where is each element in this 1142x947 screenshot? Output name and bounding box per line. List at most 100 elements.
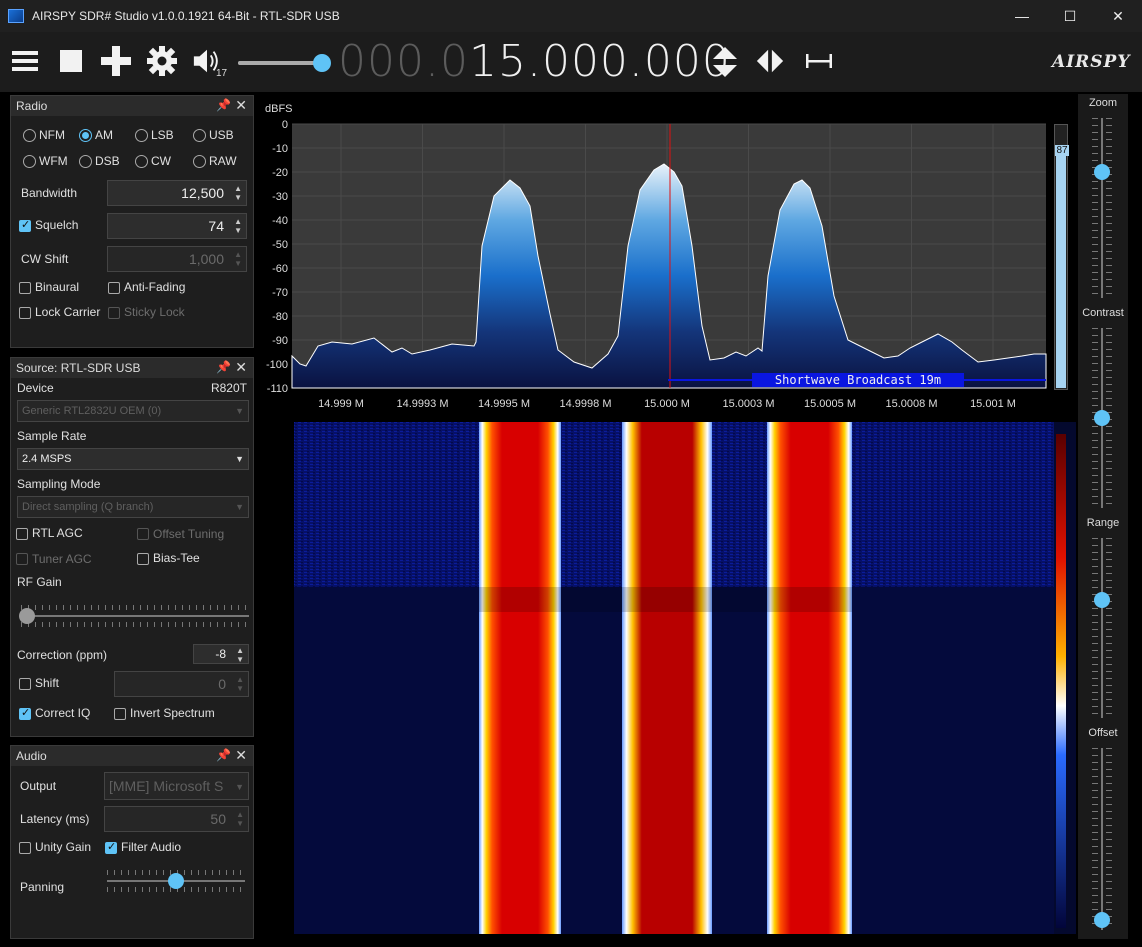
contrast-knob[interactable] (1094, 410, 1110, 426)
slider-ticks (21, 622, 249, 627)
squelch-input[interactable]: 74 ▲ ▼ (107, 213, 247, 239)
squelch-checkbox[interactable] (19, 218, 31, 232)
bandwidth-input[interactable]: 12,500 ▲ ▼ (107, 180, 247, 206)
panning-knob[interactable] (168, 873, 184, 889)
mode-radio-raw[interactable] (193, 155, 206, 168)
stop-icon[interactable] (56, 46, 86, 76)
slider-ticks (1092, 538, 1098, 718)
spinner-arrows-icon: ▲ ▼ (236, 675, 244, 693)
spinner-arrows-icon[interactable]: ▲ ▼ (236, 646, 244, 664)
mode-label-raw: RAW (209, 154, 237, 168)
pin-icon[interactable]: 📌 (216, 360, 231, 374)
x-tick-label: 15.0005 M (804, 398, 856, 410)
mode-radio-wfm[interactable] (23, 155, 36, 168)
chevron-down-icon: ▼ (235, 406, 244, 416)
pin-icon[interactable]: 📌 (216, 98, 231, 112)
pin-icon[interactable]: 📌 (216, 748, 231, 762)
correct-iq-checkbox[interactable] (19, 706, 31, 720)
spectrum-display[interactable]: dBFS 0 -10 -20 -30 -40 -50 -60 -70 -80 -90 -100 -11… (262, 96, 1048, 418)
rf-gain-slider[interactable] (19, 605, 249, 627)
binaural-checkbox[interactable] (19, 282, 31, 294)
mode-radio-lsb[interactable] (135, 129, 148, 142)
sample-rate-dropdown[interactable]: 2.4 MSPS ▼ (17, 448, 249, 470)
mode-radio-nfm[interactable] (23, 129, 36, 142)
y-tick-label: -30 (272, 191, 288, 203)
close-icon[interactable]: ✕ (235, 359, 247, 376)
volume-slider-knob[interactable] (312, 54, 331, 72)
output-dropdown: [MME] Microsoft S ▼ (104, 772, 249, 800)
lock-carrier-checkbox[interactable] (19, 307, 31, 319)
waterfall-display[interactable] (262, 422, 1076, 934)
maximize-button[interactable]: ☐ (1046, 0, 1094, 32)
frequency-display[interactable]: 000.015.000.000 (338, 36, 731, 87)
spectrum-plot[interactable]: dBFS 0 -10 -20 -30 -40 -50 -60 -70 -80 -90 -100 -11… (262, 96, 1048, 418)
range-slider[interactable] (1092, 538, 1112, 718)
mode-radio-dsb[interactable] (79, 155, 92, 168)
waterfall-carrier-1 (479, 422, 561, 934)
radio-panel-header: Radio 📌 ✕ (11, 96, 253, 116)
anti-fading-label: Anti-Fading (124, 280, 186, 294)
unity-gain-checkbox[interactable] (19, 842, 31, 854)
bias-tee-checkbox[interactable] (137, 553, 149, 565)
spinner-arrows-icon[interactable]: ▲ ▼ (234, 217, 242, 235)
bandwidth-value: 12,500 (181, 185, 224, 201)
contrast-slider[interactable] (1092, 328, 1112, 508)
invert-spectrum-checkbox[interactable] (114, 708, 126, 720)
span-icon[interactable] (804, 46, 834, 76)
output-label: Output (20, 779, 57, 793)
zoom-knob[interactable] (1094, 164, 1110, 180)
latency-input: 50 ▲ ▼ (104, 806, 249, 832)
hamburger-menu-icon[interactable] (10, 46, 40, 76)
y-tick-label: -20 (272, 167, 288, 179)
mode-radio-am[interactable] (79, 129, 92, 142)
mode-radio-usb[interactable] (193, 129, 206, 142)
slider-ticks (1092, 748, 1098, 930)
filter-audio-checkbox[interactable] (105, 840, 117, 854)
offset-knob[interactable] (1094, 912, 1110, 928)
x-tick-label: 14.9995 M (478, 398, 530, 410)
chevron-down-icon: ▼ (235, 782, 244, 792)
correction-input[interactable]: -8 ▲ ▼ (193, 644, 249, 664)
close-icon[interactable]: ✕ (235, 747, 247, 764)
add-icon[interactable] (101, 46, 131, 76)
filter-audio-label: Filter Audio (121, 840, 182, 854)
waterfall-plot[interactable] (262, 422, 1076, 934)
tune-up-down-icon[interactable] (710, 44, 740, 80)
squelch-value: 74 (208, 218, 224, 234)
close-icon[interactable]: ✕ (235, 97, 247, 114)
correct-iq-label: Correct IQ (35, 706, 91, 720)
range-knob[interactable] (1094, 592, 1110, 608)
chevron-down-icon[interactable]: ▼ (235, 449, 244, 469)
correction-label: Correction (ppm) (17, 648, 108, 662)
x-tick-label: 15.001 M (970, 398, 1016, 410)
radio-panel-title: Radio (16, 99, 48, 113)
mode-label-lsb: LSB (151, 128, 174, 142)
zoom-slider[interactable] (1092, 118, 1112, 298)
rf-gain-knob[interactable] (19, 608, 35, 624)
sticky-lock-checkbox (108, 307, 120, 319)
mode-label-wfm: WFM (39, 154, 68, 168)
tuner-agc-checkbox (16, 553, 28, 565)
offset-slider[interactable] (1092, 748, 1112, 930)
minimize-button[interactable]: — (998, 0, 1046, 32)
y-tick-label: -60 (272, 263, 288, 275)
spinner-arrows-icon[interactable]: ▲ ▼ (234, 184, 242, 202)
app-icon (8, 9, 24, 23)
close-button[interactable]: ✕ (1094, 0, 1142, 32)
volume-slider[interactable] (238, 54, 331, 72)
tuner-agc-label: Tuner AGC (32, 552, 92, 566)
tune-left-right-icon[interactable] (755, 46, 785, 76)
rtl-agc-checkbox[interactable] (16, 528, 28, 540)
lock-carrier-label: Lock Carrier (35, 305, 101, 319)
anti-fading-checkbox[interactable] (108, 282, 120, 294)
output-value: [MME] Microsoft S (109, 778, 224, 794)
gear-icon[interactable] (147, 46, 177, 76)
slider-ticks (1092, 118, 1098, 298)
shift-checkbox[interactable] (19, 678, 31, 690)
rtl-agc-label: RTL AGC (32, 526, 83, 540)
panning-slider[interactable] (107, 870, 245, 892)
airspy-logo: AIRSPY (1052, 52, 1131, 72)
range-label: Range (1086, 517, 1120, 529)
cw-shift-input: 1,000 ▲ ▼ (107, 246, 247, 272)
mode-radio-cw[interactable] (135, 155, 148, 168)
